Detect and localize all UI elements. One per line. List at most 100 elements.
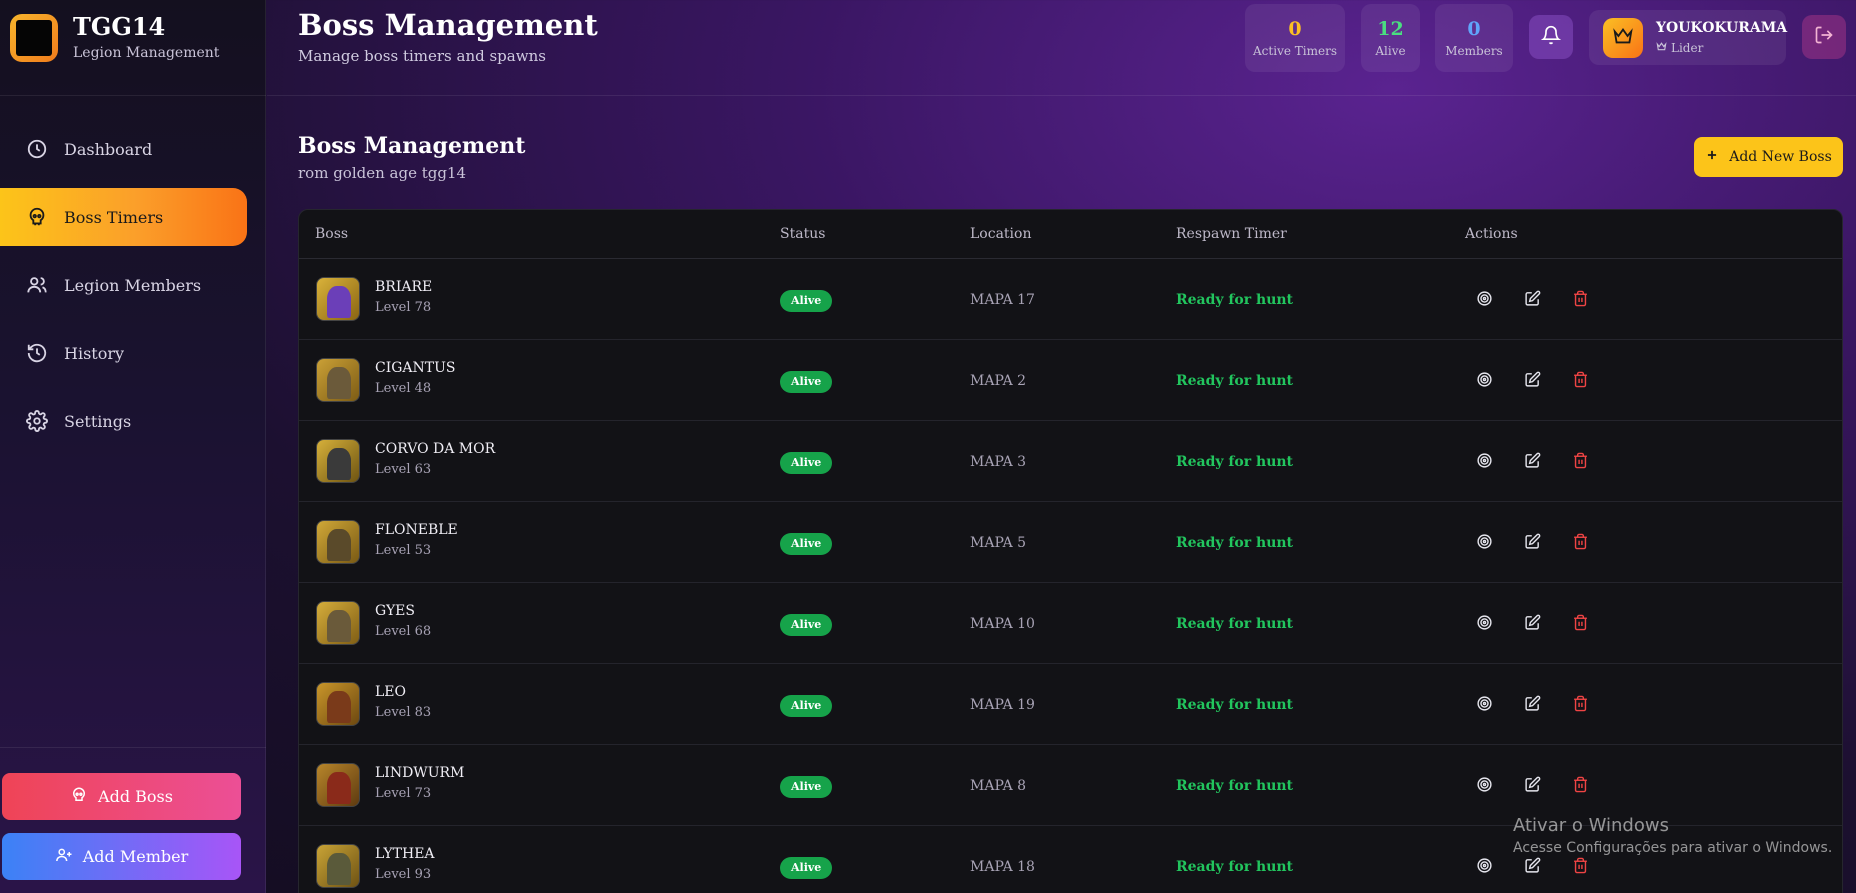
edit-button[interactable] xyxy=(1521,532,1543,554)
edit-button[interactable] xyxy=(1521,856,1543,878)
table-row: BRIARE Level 78 Alive MAPA 17 Ready for … xyxy=(299,259,1842,340)
stat-value: 0 xyxy=(1467,18,1481,40)
target-button[interactable] xyxy=(1473,370,1495,392)
stat-label: Alive xyxy=(1375,44,1406,58)
brand: TGG14 Legion Management xyxy=(0,0,266,96)
boss-table: Boss Status Location Respawn Timer Actio… xyxy=(298,209,1843,893)
section-title: Boss Management xyxy=(298,133,526,159)
notifications-button[interactable] xyxy=(1529,15,1573,59)
boss-location: MAPA 18 xyxy=(970,859,1035,875)
edit-icon xyxy=(1524,614,1541,635)
stat-label: Active Timers xyxy=(1253,44,1337,58)
boss-name: LEO xyxy=(375,684,406,700)
boss-location: MAPA 19 xyxy=(970,697,1035,713)
nav-item-dashboard[interactable]: Dashboard xyxy=(0,120,247,178)
section-subtitle: rom golden age tgg14 xyxy=(298,164,467,182)
target-button[interactable] xyxy=(1473,775,1495,797)
status-badge: Alive xyxy=(780,776,833,798)
user-plus-icon xyxy=(55,846,73,868)
target-icon xyxy=(1476,452,1493,473)
status-badge: Alive xyxy=(780,857,833,879)
boss-name: LYTHEA xyxy=(375,846,435,862)
boss-location: MAPA 5 xyxy=(970,535,1027,551)
boss-avatar xyxy=(316,844,360,888)
trash-icon xyxy=(1572,533,1589,554)
add-boss-button[interactable]: Add Boss xyxy=(2,773,241,820)
history-icon xyxy=(26,342,48,364)
delete-button[interactable] xyxy=(1569,694,1591,716)
delete-button[interactable] xyxy=(1569,775,1591,797)
target-button[interactable] xyxy=(1473,451,1495,473)
user-card[interactable]: YOUKOKURAMA Lider xyxy=(1589,10,1788,65)
nav-item-settings[interactable]: Settings xyxy=(0,392,247,450)
target-icon xyxy=(1476,533,1493,554)
target-button[interactable] xyxy=(1473,532,1495,554)
respawn-timer: Ready for hunt xyxy=(1176,454,1294,470)
delete-button[interactable] xyxy=(1569,613,1591,635)
boss-location: MAPA 8 xyxy=(970,778,1027,794)
edit-button[interactable] xyxy=(1521,370,1543,392)
user-name: YOUKOKURAMA xyxy=(1656,20,1788,36)
stat-label: Members xyxy=(1445,44,1503,58)
target-icon xyxy=(1476,614,1493,635)
respawn-timer: Ready for hunt xyxy=(1176,859,1294,875)
status-badge: Alive xyxy=(780,371,833,393)
boss-location: MAPA 3 xyxy=(970,454,1027,470)
edit-button[interactable] xyxy=(1521,613,1543,635)
edit-icon xyxy=(1524,371,1541,392)
boss-level: Level 73 xyxy=(375,786,432,801)
edit-button[interactable] xyxy=(1521,775,1543,797)
crown-icon xyxy=(1612,25,1634,51)
delete-button[interactable] xyxy=(1569,856,1591,878)
edit-icon xyxy=(1524,776,1541,797)
table-row: FLONEBLE Level 53 Alive MAPA 5 Ready for… xyxy=(299,502,1842,583)
respawn-timer: Ready for hunt xyxy=(1176,697,1294,713)
stat-value: 0 xyxy=(1288,18,1302,40)
edit-button[interactable] xyxy=(1521,694,1543,716)
status-badge: Alive xyxy=(780,452,833,474)
add-new-boss-button[interactable]: Add New Boss xyxy=(1694,137,1843,177)
target-button[interactable] xyxy=(1473,613,1495,635)
edit-button[interactable] xyxy=(1521,451,1543,473)
brand-name: TGG14 xyxy=(73,12,166,41)
trash-icon xyxy=(1572,695,1589,716)
boss-name: BRIARE xyxy=(375,279,433,295)
nav-item-history[interactable]: History xyxy=(0,324,247,382)
target-button[interactable] xyxy=(1473,289,1495,311)
logout-button[interactable] xyxy=(1802,15,1846,59)
avatar xyxy=(1603,18,1643,58)
delete-button[interactable] xyxy=(1569,370,1591,392)
stat-active-timers: 0 Active Timers xyxy=(1245,4,1345,72)
nav-label: Settings xyxy=(64,411,132,431)
sidebar: TGG14 Legion Management Dashboard Boss T… xyxy=(0,0,266,893)
windows-activation-title: Ativar o Windows xyxy=(1513,815,1669,836)
trash-icon xyxy=(1572,452,1589,473)
target-button[interactable] xyxy=(1473,694,1495,716)
nav-item-legion-members[interactable]: Legion Members xyxy=(0,256,247,314)
target-icon xyxy=(1476,695,1493,716)
crown-icon xyxy=(1656,41,1667,55)
delete-button[interactable] xyxy=(1569,532,1591,554)
edit-button[interactable] xyxy=(1521,289,1543,311)
nav-item-boss-timers[interactable]: Boss Timers xyxy=(0,188,247,246)
boss-level: Level 53 xyxy=(375,543,432,558)
boss-level: Level 83 xyxy=(375,705,432,720)
table-row: CIGANTUS Level 48 Alive MAPA 2 Ready for… xyxy=(299,340,1842,421)
boss-location: MAPA 10 xyxy=(970,616,1035,632)
boss-avatar xyxy=(316,358,360,402)
column-header-respawn-timer: Respawn Timer xyxy=(1176,226,1287,242)
add-member-button[interactable]: Add Member xyxy=(2,833,241,880)
delete-button[interactable] xyxy=(1569,451,1591,473)
column-header-location: Location xyxy=(970,226,1032,242)
clock-icon xyxy=(26,138,48,160)
users-icon xyxy=(26,274,48,296)
boss-name: FLONEBLE xyxy=(375,522,458,538)
boss-level: Level 68 xyxy=(375,624,432,639)
boss-avatar xyxy=(316,601,360,645)
table-row: LYTHEA Level 93 Alive MAPA 18 Ready for … xyxy=(299,826,1842,893)
boss-avatar xyxy=(316,520,360,564)
delete-button[interactable] xyxy=(1569,289,1591,311)
table-row: LEO Level 83 Alive MAPA 19 Ready for hun… xyxy=(299,664,1842,745)
target-button[interactable] xyxy=(1473,856,1495,878)
boss-level: Level 93 xyxy=(375,867,432,882)
